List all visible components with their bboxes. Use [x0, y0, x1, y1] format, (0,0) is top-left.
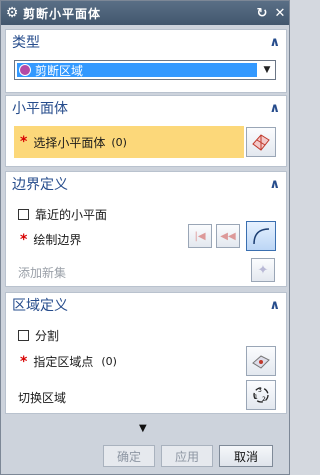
svg-text:3: 3 — [258, 387, 262, 394]
select-facet-body-count: (0) — [111, 135, 127, 149]
draw-boundary-row: * 绘制边界 — [20, 231, 81, 248]
type-dropdown[interactable]: 剪断区域 ▼ — [14, 60, 276, 80]
region-point-icon — [252, 355, 270, 369]
required-marker: * — [20, 231, 28, 248]
collapse-chevron-icon[interactable]: ∧ — [269, 298, 280, 313]
facet-body-button[interactable] — [246, 127, 276, 157]
type-panel-title: 类型 — [12, 35, 40, 51]
toggle-region-button[interactable]: 3 1 2 — [246, 380, 276, 410]
collapse-chevron-icon[interactable]: ∧ — [269, 177, 280, 192]
chevron-down-icon[interactable]: ▼ — [259, 65, 275, 75]
gear-icon[interactable]: ⚙ — [1, 5, 23, 21]
title-bar: ⚙ 剪断小平面体 ↻ ✕ — [1, 1, 289, 25]
dialog-window: ⚙ 剪断小平面体 ↻ ✕ 类型 ∧ 剪断区域 ▼ 小平面体 ∧ * 选择小平面体… — [0, 0, 290, 475]
add-new-set-row: 添加新集 — [18, 264, 66, 281]
nearby-facets-label: 靠近的小平面 — [35, 208, 108, 222]
nearby-facets-checkbox[interactable] — [18, 209, 29, 220]
boundary-panel-header[interactable]: 边界定义 ∧ — [6, 172, 286, 196]
split-label: 分割 — [35, 329, 60, 343]
select-facet-body-row[interactable]: * 选择小平面体 (0) — [14, 126, 244, 158]
curve-icon — [253, 228, 270, 245]
facet-panel-header[interactable]: 小平面体 ∧ — [6, 96, 286, 120]
draw-boundary-button[interactable] — [246, 221, 276, 251]
add-new-set-button[interactable]: ✦ — [251, 258, 275, 282]
boundary-panel-title: 边界定义 — [12, 177, 68, 193]
rewind-icon: ◀◀ — [220, 230, 236, 242]
region-panel-title: 区域定义 — [12, 298, 68, 314]
specify-region-point-label: 指定区域点 — [33, 355, 94, 369]
toggle-region-label: 切换区域 — [18, 391, 67, 405]
collapse-chevron-icon[interactable]: ∧ — [269, 35, 280, 50]
draw-boundary-label: 绘制边界 — [33, 233, 82, 247]
svg-text:2: 2 — [262, 396, 266, 403]
dialog-footer: ▼ 确定 应用 取消 — [1, 421, 289, 475]
apply-button[interactable]: 应用 — [161, 445, 213, 467]
type-panel-header[interactable]: 类型 ∧ — [6, 30, 286, 54]
trim-region-icon — [19, 64, 31, 76]
add-new-set-label: 添加新集 — [18, 266, 67, 280]
type-dropdown-value: 剪断区域 — [35, 63, 84, 78]
facet-body-icon — [252, 134, 270, 151]
specify-region-point-row[interactable]: * 指定区域点 (0) — [20, 353, 117, 370]
type-dropdown-selected: 剪断区域 — [17, 63, 257, 78]
nearby-facets-option[interactable]: 靠近的小平面 — [18, 206, 107, 223]
required-marker: * — [20, 353, 28, 370]
required-marker: * — [20, 134, 28, 150]
collapse-chevron-icon[interactable]: ∧ — [269, 101, 280, 116]
region-panel: 区域定义 ∧ 分割 * 指定区域点 (0) 切换区域 3 1 2 — [5, 292, 287, 414]
refresh-icon[interactable]: ↻ — [253, 6, 271, 21]
toggle-region-row: 切换区域 — [18, 389, 66, 406]
region-point-button[interactable] — [246, 346, 276, 376]
split-option[interactable]: 分割 — [18, 327, 59, 344]
first-step-button[interactable]: |◀ — [188, 224, 212, 248]
cancel-button[interactable]: 取消 — [219, 445, 273, 467]
region-panel-header[interactable]: 区域定义 ∧ — [6, 293, 286, 317]
select-facet-body-label: 选择小平面体 — [33, 135, 106, 150]
skip-to-start-icon: |◀ — [194, 230, 206, 242]
add-set-icon: ✦ — [257, 262, 269, 278]
expand-more-icon[interactable]: ▼ — [139, 423, 147, 434]
facet-panel: 小平面体 ∧ * 选择小平面体 (0) — [5, 95, 287, 167]
dialog-title: 剪断小平面体 — [23, 6, 102, 21]
split-checkbox[interactable] — [18, 330, 29, 341]
type-panel: 类型 ∧ 剪断区域 ▼ — [5, 29, 287, 93]
previous-step-button[interactable]: ◀◀ — [216, 224, 240, 248]
specify-region-point-count: (0) — [101, 355, 117, 368]
boundary-panel: 边界定义 ∧ 靠近的小平面 * 绘制边界 |◀ ◀◀ 添加新集 ✦ — [5, 171, 287, 287]
cycle-icon: 3 1 2 — [253, 387, 269, 403]
ok-button[interactable]: 确定 — [103, 445, 155, 467]
close-icon[interactable]: ✕ — [271, 6, 289, 21]
facet-panel-title: 小平面体 — [12, 101, 68, 117]
svg-text:1: 1 — [254, 394, 258, 401]
